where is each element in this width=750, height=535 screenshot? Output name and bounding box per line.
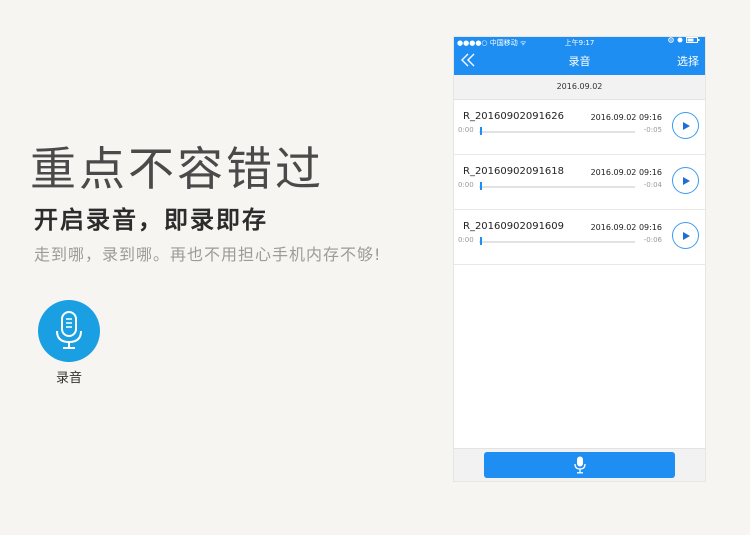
- recording-name: R_20160902091618: [463, 166, 565, 177]
- nav-bar: 录音 选择: [454, 49, 705, 75]
- elapsed-time: 0:00: [458, 236, 474, 244]
- recording-name: R_20160902091626: [463, 111, 565, 122]
- microphone-icon: [56, 311, 82, 349]
- remaining-time: -0:06: [643, 236, 662, 244]
- elapsed-time: 0:00: [458, 181, 474, 189]
- remaining-time: -0:05: [643, 126, 662, 134]
- play-icon: [682, 231, 690, 240]
- microphone-app-icon: [38, 300, 100, 362]
- promo-headline: 重点不容错过: [30, 142, 324, 196]
- phone-screen: ●●●●○ 中国移动 ᯤ 上午9:17 录音 选择 2016.09.02 R_2…: [454, 37, 705, 481]
- remaining-time: -0:04: [643, 181, 662, 189]
- app-icon-group: 录音: [38, 300, 100, 386]
- play-button[interactable]: [672, 167, 699, 194]
- record-button[interactable]: [484, 452, 675, 478]
- bottom-toolbar: [454, 448, 705, 481]
- date-section-header: 2016.09.02: [454, 75, 705, 100]
- recording-timestamp: 2016.09.02 09:16: [590, 113, 662, 122]
- recording-name: R_20160902091609: [463, 221, 565, 232]
- progress-track[interactable]: [479, 241, 635, 243]
- recording-item[interactable]: R_20160902091609 2016.09.02 09:16 0:00 -…: [454, 210, 705, 265]
- recording-list: R_20160902091626 2016.09.02 09:16 0:00 -…: [454, 100, 705, 265]
- status-bar: ●●●●○ 中国移动 ᯤ 上午9:17: [454, 37, 705, 49]
- recording-timestamp: 2016.09.02 09:16: [590, 223, 662, 232]
- battery-icon: [686, 37, 700, 43]
- microphone-icon: [573, 456, 586, 474]
- progress-handle[interactable]: [480, 237, 482, 245]
- progress-track[interactable]: [479, 131, 635, 133]
- location-icon: [668, 37, 674, 43]
- play-icon: [682, 176, 690, 185]
- select-button[interactable]: 选择: [677, 49, 699, 75]
- alarm-icon: [677, 37, 683, 43]
- promo-subhead: 开启录音，即录即存: [34, 206, 268, 234]
- progress-handle[interactable]: [480, 182, 482, 190]
- recording-item[interactable]: R_20160902091626 2016.09.02 09:16 0:00 -…: [454, 100, 705, 155]
- status-icons: [668, 37, 700, 43]
- recording-timestamp: 2016.09.02 09:16: [590, 168, 662, 177]
- play-button[interactable]: [672, 112, 699, 139]
- nav-title: 录音: [568, 55, 591, 68]
- progress-handle[interactable]: [480, 127, 482, 135]
- play-button[interactable]: [672, 222, 699, 249]
- progress-track[interactable]: [479, 186, 635, 188]
- promo-description: 走到哪，录到哪。再也不用担心手机内存不够!: [34, 245, 382, 264]
- elapsed-time: 0:00: [458, 126, 474, 134]
- play-icon: [682, 121, 690, 130]
- recording-item[interactable]: R_20160902091618 2016.09.02 09:16 0:00 -…: [454, 155, 705, 210]
- app-icon-label: 录音: [55, 371, 82, 386]
